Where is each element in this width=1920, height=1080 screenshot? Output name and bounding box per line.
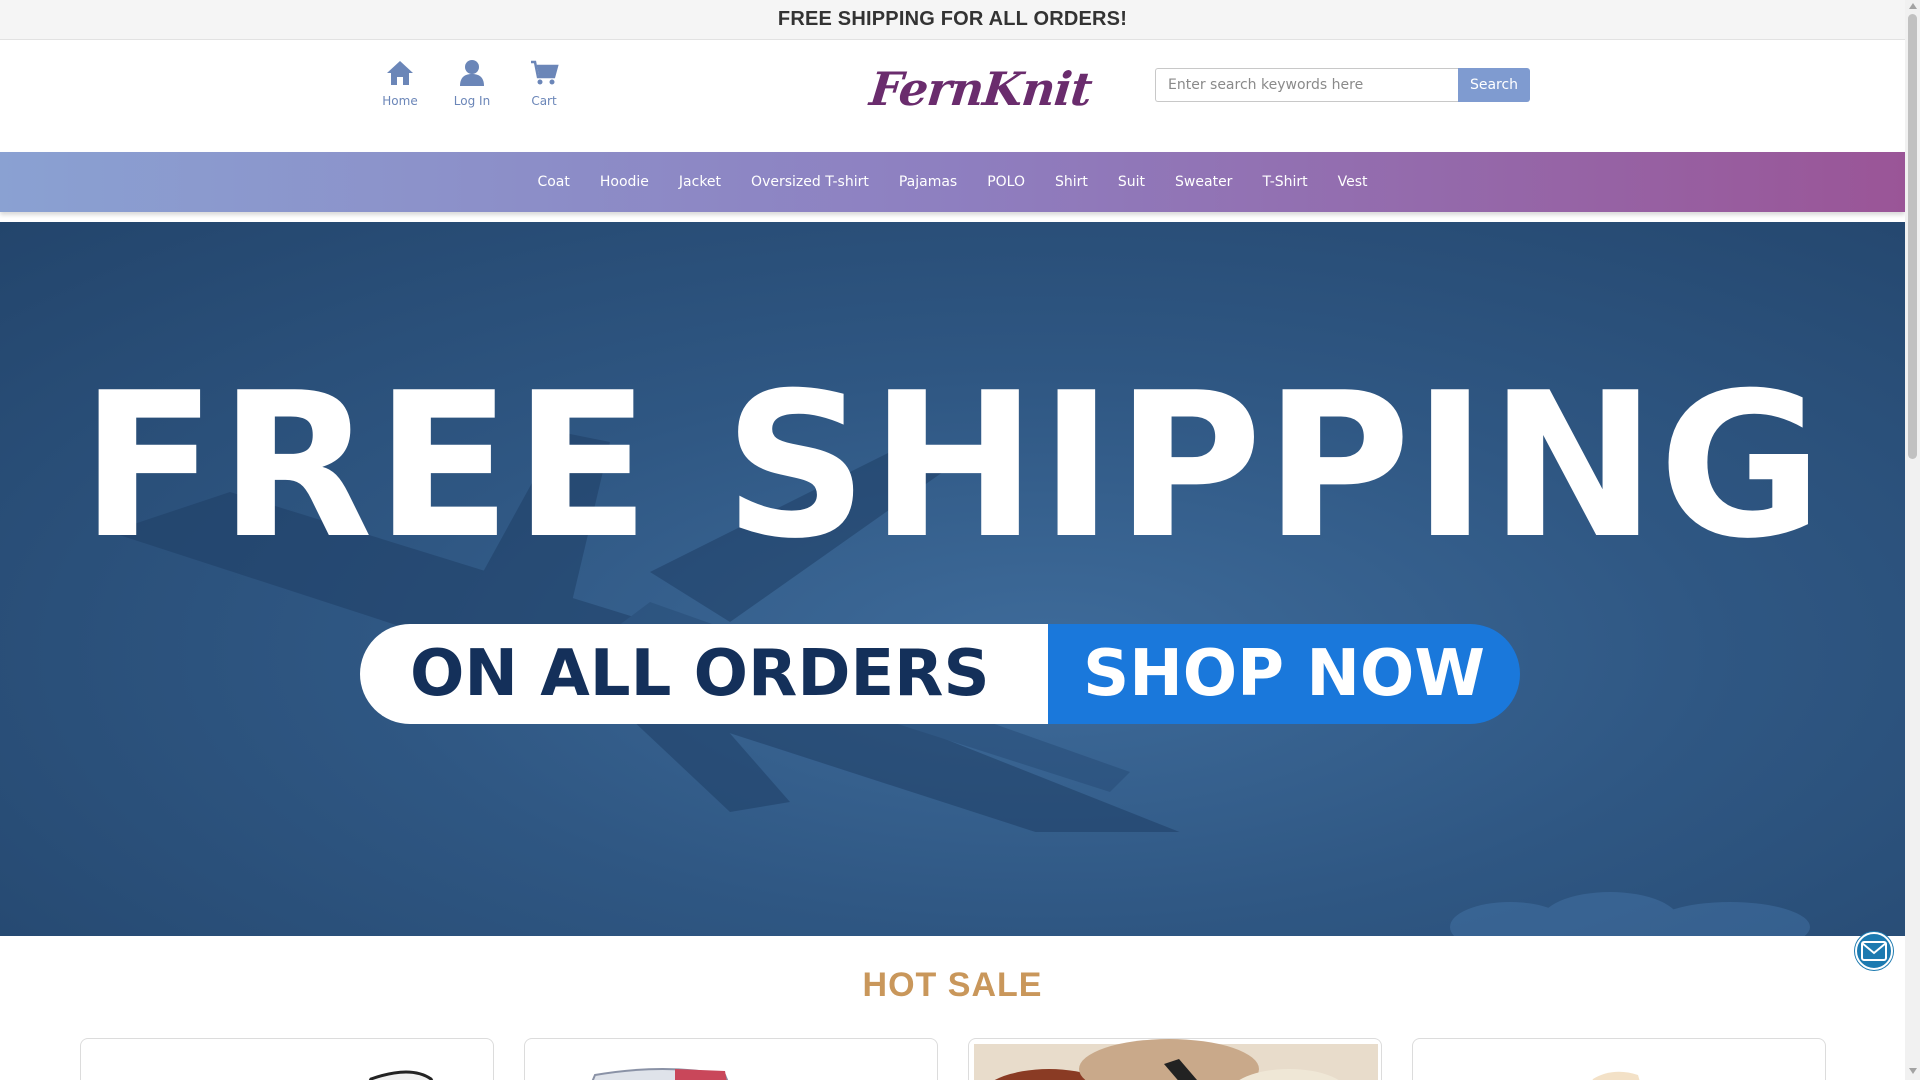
login-link[interactable]: Log In: [450, 58, 494, 108]
banner-subline: ON ALL ORDERS: [360, 624, 1048, 724]
site-header: Home Log In Cart FernKnit Search: [0, 40, 1905, 152]
contact-widget[interactable]: [1855, 932, 1893, 970]
shop-now-button[interactable]: SHOP NOW: [1048, 624, 1520, 724]
brand-logo[interactable]: FernKnit: [867, 62, 1094, 116]
header-nav: Home Log In Cart: [378, 58, 566, 108]
cart-link[interactable]: Cart: [522, 58, 566, 108]
product-card[interactable]: [1412, 1038, 1826, 1080]
home-label: Home: [382, 94, 418, 108]
category-nav: Coat Hoodie Jacket Oversized T-shirt Paj…: [0, 152, 1905, 212]
cart-label: Cart: [531, 94, 557, 108]
page-scrollbar[interactable]: [1905, 0, 1920, 1080]
product-card[interactable]: [524, 1038, 938, 1080]
search-input[interactable]: [1155, 68, 1458, 102]
category-link-hoodie[interactable]: Hoodie: [600, 174, 649, 190]
category-link-sweater[interactable]: Sweater: [1175, 174, 1232, 190]
product-card[interactable]: [968, 1038, 1382, 1080]
category-link-vest[interactable]: Vest: [1338, 174, 1368, 190]
hero-banner[interactable]: FREE SHIPPING ON ALL ORDERS SHOP NOW: [0, 222, 1905, 936]
user-icon: [460, 60, 484, 86]
mail-icon: [1861, 941, 1887, 961]
category-link-pajamas[interactable]: Pajamas: [899, 174, 957, 190]
login-label: Log In: [453, 94, 491, 108]
announcement-bar: FREE SHIPPING FOR ALL ORDERS!: [0, 0, 1905, 40]
category-link-tshirt[interactable]: T-Shirt: [1262, 174, 1307, 190]
scrollbar-thumb[interactable]: [1908, 14, 1917, 459]
announcement-text: FREE SHIPPING FOR ALL ORDERS!: [777, 8, 1128, 30]
product-image: [974, 1039, 1378, 1080]
home-icon: [387, 61, 413, 85]
hot-sale-title: HOT SALE: [862, 966, 1043, 1004]
category-link-coat[interactable]: Coat: [537, 174, 569, 190]
category-link-oversized-tshirt[interactable]: Oversized T-shirt: [751, 174, 869, 190]
category-link-suit[interactable]: Suit: [1118, 174, 1145, 190]
banner-headline: FREE SHIPPING: [80, 350, 1825, 583]
product-image: [368, 1070, 434, 1080]
product-image: [591, 1068, 729, 1080]
product-card[interactable]: [80, 1038, 494, 1080]
hot-sale-products: [80, 1038, 1826, 1080]
search-button[interactable]: Search: [1458, 68, 1530, 102]
clouds-decoration: [1450, 892, 1810, 936]
search-form: Search: [1155, 68, 1530, 102]
product-image: [1592, 1071, 1640, 1080]
banner-pill: ON ALL ORDERS SHOP NOW: [360, 624, 1520, 724]
category-link-polo[interactable]: POLO: [987, 174, 1025, 190]
scroll-down-arrow-icon[interactable]: [1909, 1068, 1917, 1074]
category-link-jacket[interactable]: Jacket: [679, 174, 721, 190]
scroll-up-arrow-icon[interactable]: [1909, 3, 1917, 9]
category-link-shirt[interactable]: Shirt: [1055, 174, 1088, 190]
cart-icon: [531, 60, 559, 85]
home-link[interactable]: Home: [378, 58, 422, 108]
